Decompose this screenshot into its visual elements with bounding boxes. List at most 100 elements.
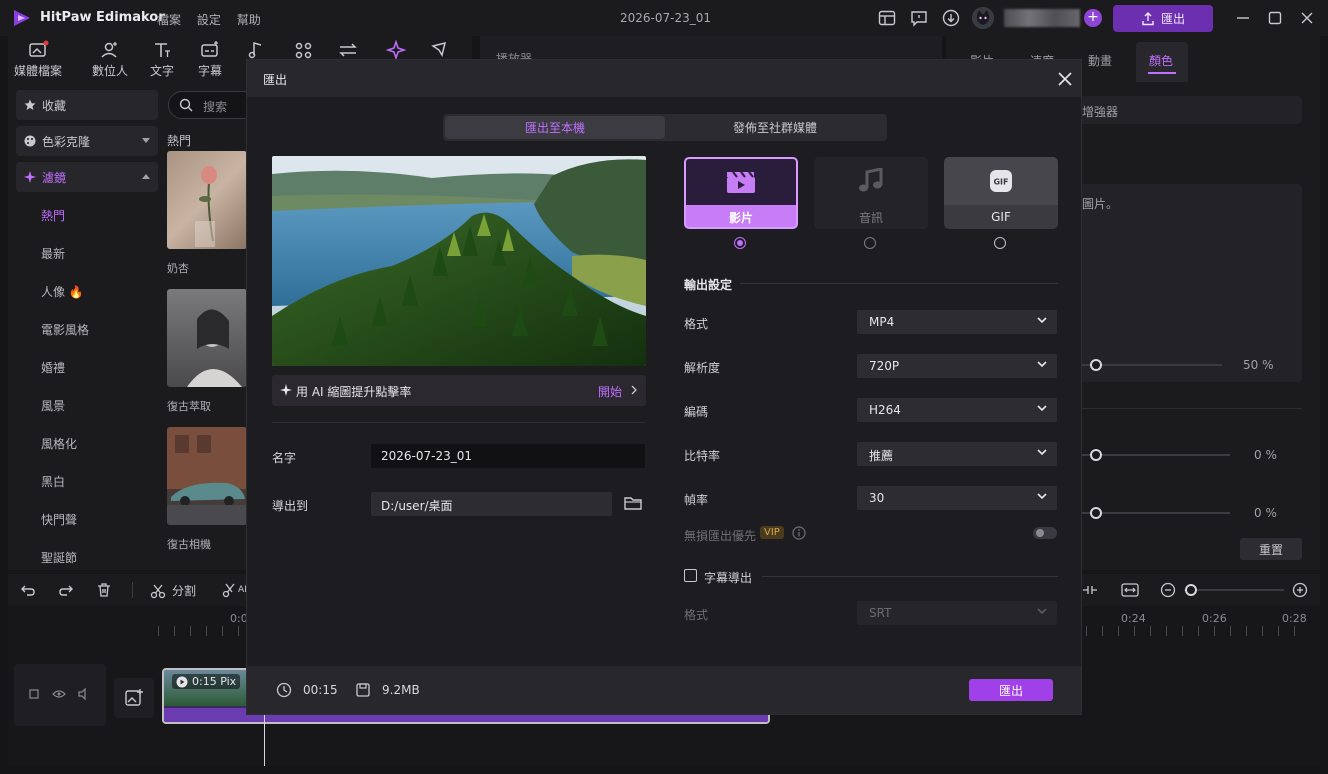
slider-value-3[interactable]: 0 % — [1254, 506, 1277, 520]
filter-cat-new[interactable]: 最新 — [41, 245, 65, 262]
radio-video[interactable] — [734, 237, 746, 249]
subtitle-export-label: 字幕導出 — [704, 571, 753, 585]
undo-icon[interactable] — [20, 582, 36, 598]
menu-file[interactable]: 檔案 — [157, 13, 181, 27]
zoom-slider-track[interactable] — [1184, 589, 1284, 591]
bitrate-select[interactable]: 推薦 — [857, 442, 1057, 466]
slider-value-2[interactable]: 0 % — [1254, 448, 1277, 462]
feedback-icon[interactable] — [910, 9, 928, 27]
filter-thumb-1[interactable] — [167, 151, 247, 249]
slider-handle-3[interactable] — [1090, 507, 1102, 519]
dialog-close-icon[interactable] — [1057, 71, 1073, 87]
export-button[interactable]: 匯出 — [969, 679, 1053, 701]
filter-cat-cinematic[interactable]: 電影風格 — [41, 321, 89, 338]
slider-track-1[interactable] — [1082, 364, 1222, 366]
tab-animation[interactable]: 動畫 — [1088, 52, 1112, 69]
enhancer-label: 增強器 — [1082, 105, 1119, 119]
zoom-in-icon[interactable] — [1292, 582, 1308, 598]
tab-color[interactable]: 顏色 — [1149, 52, 1173, 69]
nav-filters[interactable]: 濾鏡 — [16, 162, 158, 192]
format-value: MP4 — [869, 315, 895, 329]
top-export-button[interactable]: 匯出 — [1113, 5, 1213, 32]
color-box — [1074, 184, 1302, 382]
redo-icon[interactable] — [58, 582, 74, 598]
filter-cat-christmas[interactable]: 聖誕節 — [41, 549, 77, 566]
ai-cut-button[interactable]: AI — [222, 582, 247, 598]
framerate-select[interactable]: 30 — [857, 486, 1057, 510]
nav-favorites[interactable]: 收藏 — [16, 90, 158, 120]
slider-track-3[interactable] — [1082, 512, 1230, 514]
minimize-icon[interactable] — [1234, 9, 1252, 27]
nav-color-clone[interactable]: 色彩克隆 — [16, 126, 158, 156]
tool-text-label: 文字 — [149, 64, 174, 78]
user-avatar[interactable] — [972, 7, 994, 29]
filter-cat-landscape[interactable]: 風景 — [41, 397, 65, 414]
resolution-label: 解析度 — [684, 361, 721, 375]
close-window-icon[interactable] — [1298, 9, 1316, 27]
lossless-label: 無損匯出優先 — [684, 529, 757, 543]
download-icon[interactable] — [942, 9, 960, 27]
fit-width-icon[interactable] — [1121, 582, 1139, 598]
folder-icon[interactable] — [624, 495, 642, 511]
transition-icon — [339, 43, 357, 57]
filter-thumb-2[interactable] — [167, 289, 247, 387]
ai-thumbnail-banner[interactable]: 用 AI 縮圖提升點擊率 開始 — [272, 375, 646, 406]
tab-export-local[interactable]: 匯出至本機 — [445, 116, 665, 139]
track-visibility-icon[interactable] — [52, 688, 66, 700]
music-note-icon — [859, 168, 883, 192]
ai-start-link[interactable]: 開始 — [598, 383, 622, 400]
lossless-toggle[interactable] — [1033, 527, 1057, 539]
add-plus-icon[interactable]: + — [1084, 9, 1102, 27]
info-icon[interactable] — [792, 526, 806, 540]
slider-track-2[interactable] — [1082, 454, 1230, 456]
type-video-label: 影片 — [728, 210, 753, 225]
slider-value-1[interactable]: 50 % — [1243, 358, 1274, 372]
tab-publish-social[interactable]: 發佈至社群媒體 — [665, 116, 885, 139]
maximize-icon[interactable] — [1266, 9, 1284, 27]
slider-handle-1[interactable] — [1090, 359, 1102, 371]
resolution-select[interactable]: 720P — [857, 354, 1057, 378]
output-settings-title: 輸出設定 — [684, 278, 733, 292]
layout-icon[interactable] — [878, 9, 896, 27]
add-media-button[interactable] — [114, 678, 154, 718]
subtitle-export-checkbox[interactable] — [684, 569, 697, 582]
thumbs-section-title: 熱門 — [167, 134, 192, 148]
codec-select[interactable]: H264 — [857, 398, 1057, 422]
slider-handle-2[interactable] — [1090, 449, 1102, 461]
filter-cat-portrait[interactable]: 人像 🔥 — [41, 283, 84, 300]
zoom-slider-handle[interactable] — [1185, 584, 1197, 596]
reset-button[interactable]: 重置 — [1240, 538, 1302, 560]
type-card-gif[interactable]: GIF GIF — [944, 157, 1058, 229]
tick-28: 0:28 — [1282, 612, 1307, 625]
clip-label: 0:15 Pix — [192, 675, 237, 688]
link-split-icon[interactable] — [1081, 582, 1099, 598]
menu-settings[interactable]: 設定 — [197, 13, 221, 27]
clock-icon — [276, 682, 292, 698]
filter-cat-wedding[interactable]: 婚禮 — [41, 359, 65, 376]
filter-thumbnails: 搜索 熱門 奶杏 復古萃取 復古相機 — [160, 84, 258, 570]
name-input[interactable]: 2026-07-23_01 — [371, 444, 645, 468]
toolbar-divider — [132, 582, 133, 598]
tool-media[interactable]: 媒體檔案 — [10, 40, 66, 79]
search-input[interactable]: 搜索 — [168, 91, 258, 119]
radio-audio[interactable] — [864, 237, 876, 249]
filter-cat-hot[interactable]: 熱門 — [41, 207, 65, 224]
tool-avatar[interactable]: 數位人 — [82, 40, 138, 79]
format-select[interactable]: MP4 — [857, 310, 1057, 334]
filter-cat-stylized[interactable]: 風格化 — [41, 435, 77, 452]
type-card-audio[interactable]: 音訊 — [814, 157, 928, 229]
delete-icon[interactable] — [96, 582, 112, 598]
zoom-out-icon[interactable] — [1160, 582, 1176, 598]
filter-cat-bw[interactable]: 黑白 — [41, 473, 65, 490]
track-audio-icon[interactable] — [78, 688, 90, 700]
type-card-video[interactable]: 影片 — [684, 157, 798, 229]
radio-gif[interactable] — [994, 237, 1006, 249]
menu-help[interactable]: 幫助 — [237, 13, 261, 27]
filter-thumb-3[interactable] — [167, 427, 247, 525]
filter-cat-shutter[interactable]: 快門聲 — [41, 511, 77, 528]
subtitle-format-select[interactable]: SRT — [857, 601, 1057, 625]
track-lock-icon[interactable] — [28, 688, 40, 700]
export-path-input[interactable]: D:/user/桌面 — [371, 492, 612, 516]
type-gif-label: GIF — [991, 210, 1011, 224]
split-button[interactable]: 分割 — [150, 582, 196, 599]
